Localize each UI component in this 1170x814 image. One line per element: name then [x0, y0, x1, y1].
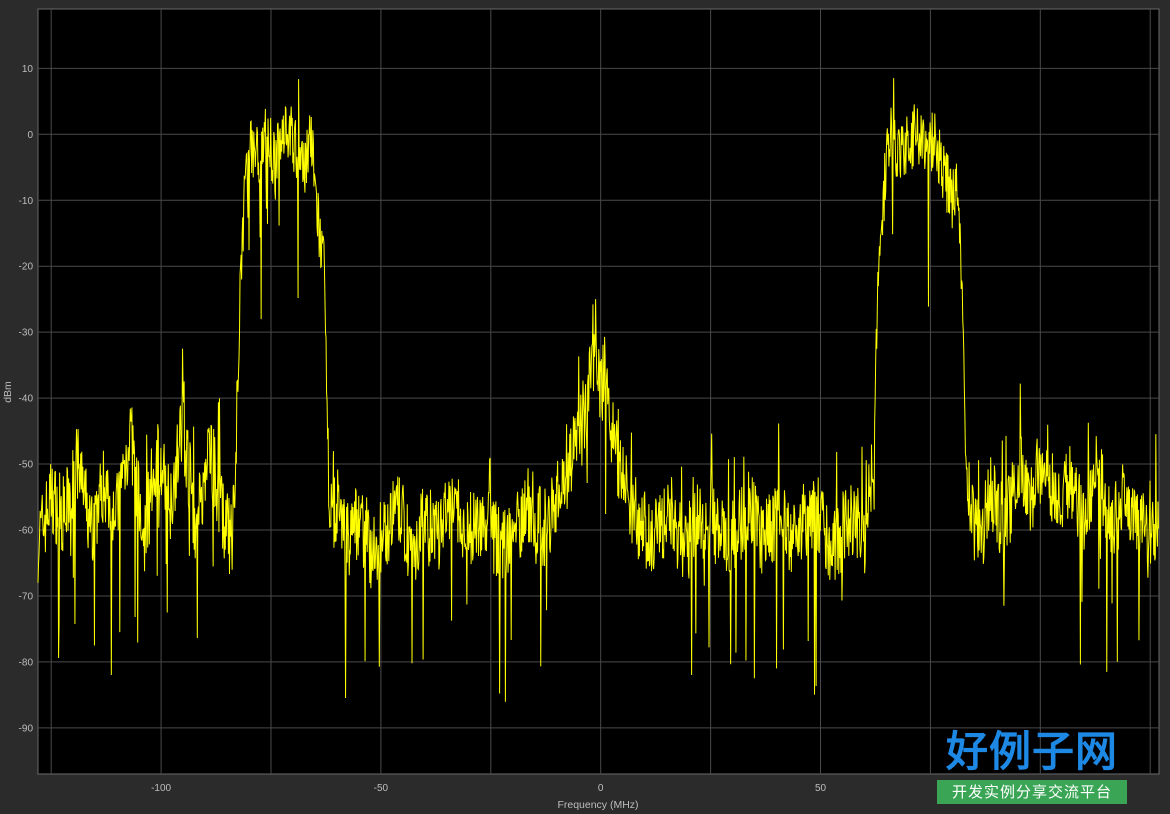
y-tick-label: -50 [19, 460, 34, 471]
y-tick-label: -70 [19, 591, 34, 602]
x-tick-label: 50 [815, 783, 827, 794]
x-tick-label: 0 [598, 783, 604, 794]
y-tick-label: -90 [19, 723, 34, 734]
y-axis-label: dBm [2, 381, 14, 403]
plot-background [37, 8, 1160, 775]
y-tick-label: 0 [27, 130, 33, 141]
spectrum-plot: 10 0 -10 -20 -30 -40 -50 -60 -70 -80 -90 -100 -50 0 5… [2, 8, 1160, 811]
y-tick-labels: 10 0 -10 -20 -30 -40 -50 -60 -70 -80 -90 [19, 64, 34, 734]
x-tick-label: -50 [374, 783, 389, 794]
y-tick-label: -40 [19, 394, 34, 405]
x-tick-label: -100 [151, 783, 171, 794]
y-tick-label: -60 [19, 525, 34, 536]
spectrum-chart: 10 0 -10 -20 -30 -40 -50 -60 -70 -80 -90 -100 -50 0 5… [0, 0, 1170, 814]
y-tick-label: -10 [19, 196, 34, 207]
x-tick-labels: -100 -50 0 50 [151, 783, 826, 794]
y-tick-label: -30 [19, 328, 34, 339]
y-tick-label: 10 [22, 64, 34, 75]
y-tick-label: -80 [19, 657, 34, 668]
y-tick-label: -20 [19, 262, 34, 273]
x-axis-label: Frequency (MHz) [557, 799, 638, 811]
